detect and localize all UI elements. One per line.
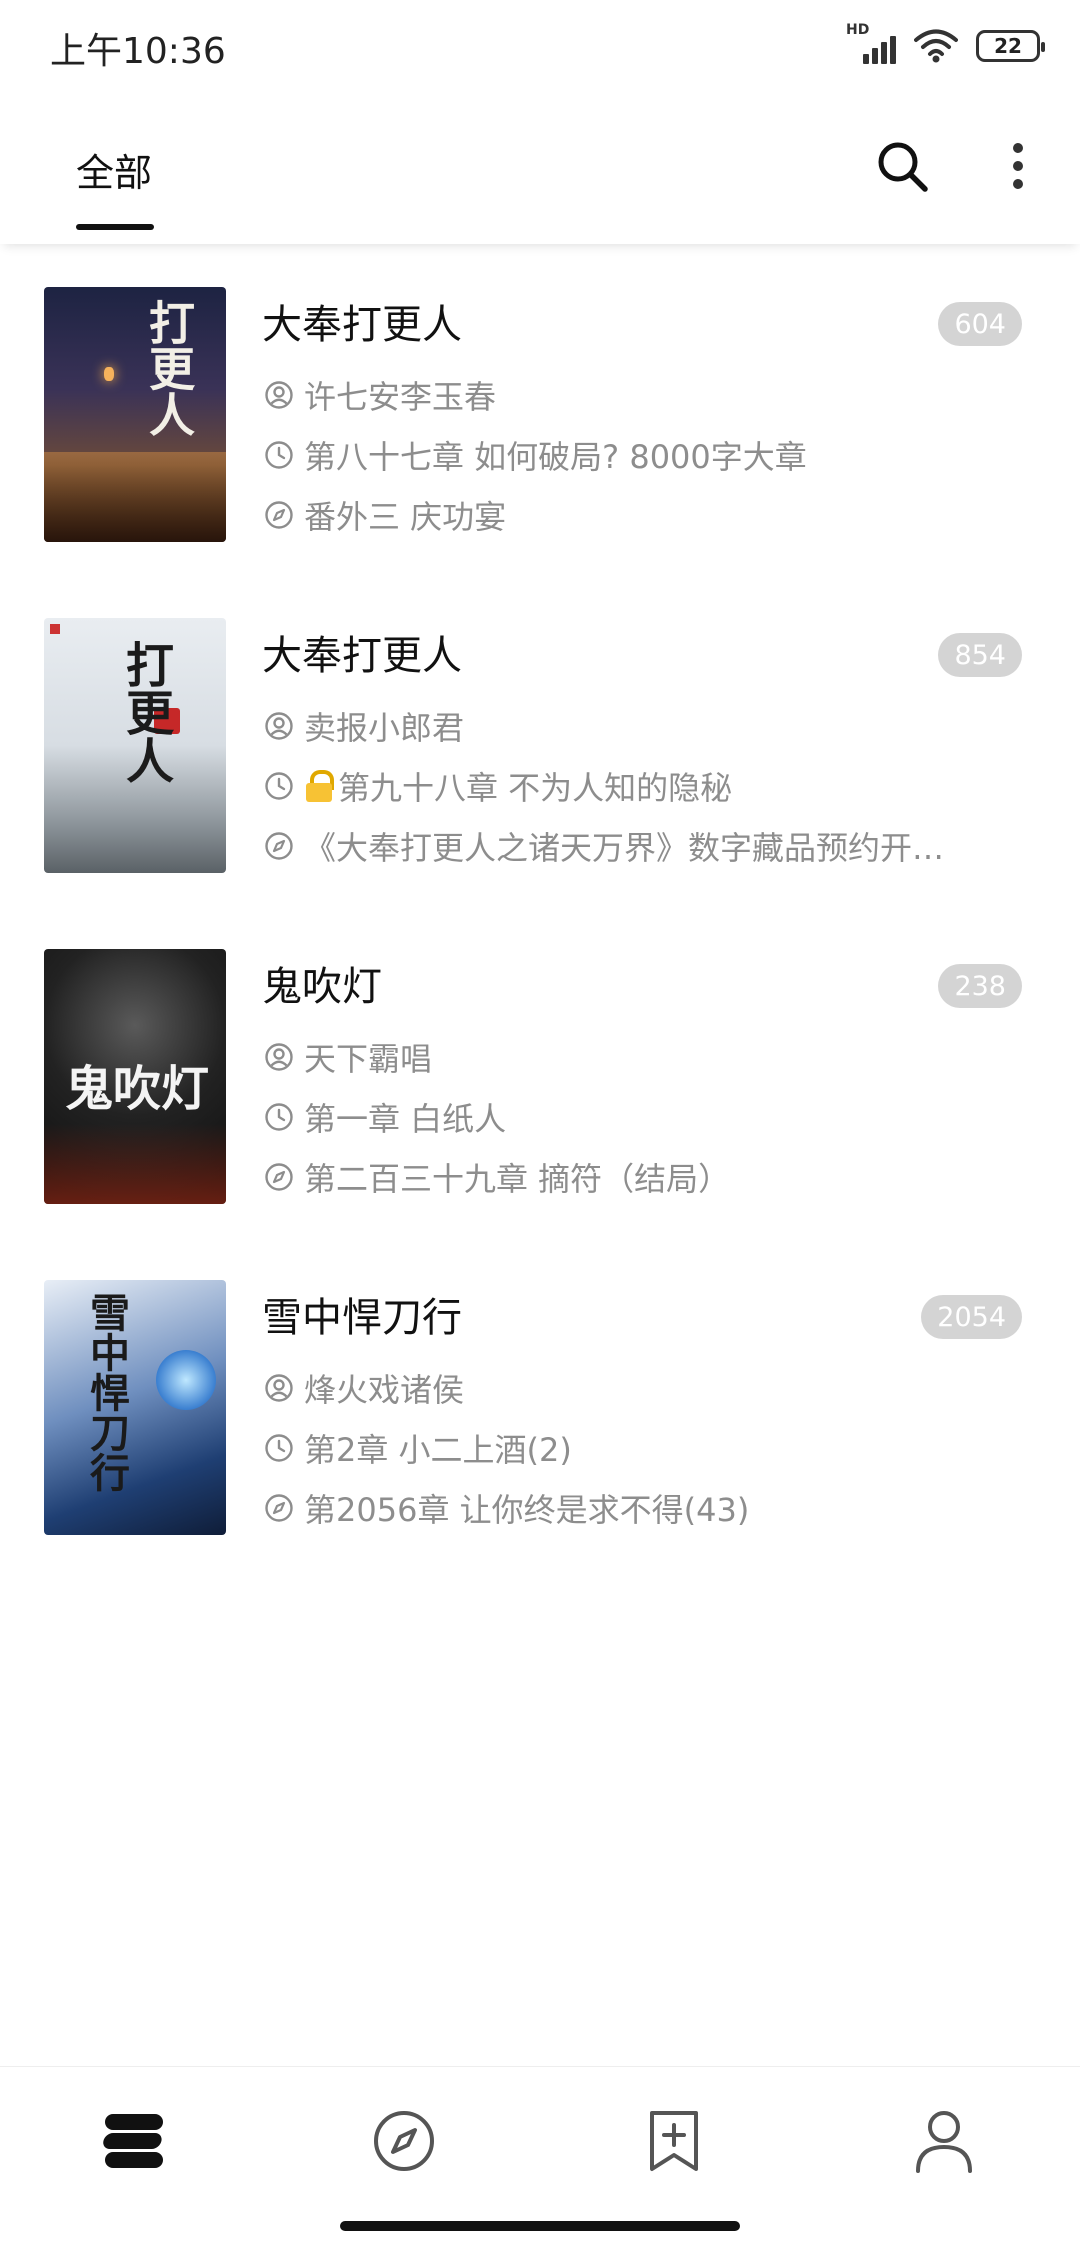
book-cover[interactable]: 打更人 bbox=[44, 618, 226, 873]
status-bar: 上午10:36 HD 22 bbox=[0, 0, 1080, 96]
compass-icon bbox=[265, 1494, 293, 1522]
status-icons: HD 22 bbox=[846, 22, 1045, 66]
home-indicator[interactable] bbox=[340, 2221, 740, 2231]
read-chapter: 第九十八章 不为人知的隐秘 bbox=[338, 769, 733, 807]
cover-title: 雪中悍刀行 bbox=[83, 1292, 130, 1492]
read-progress-row: 第2章 小二上酒(2) bbox=[264, 1425, 572, 1471]
search-button[interactable] bbox=[872, 136, 932, 196]
read-chapter: 第2章 小二上酒(2) bbox=[304, 1431, 572, 1469]
book-item[interactable]: 打更人 大奉打更人 604 许七安李玉春 第八十七章 如何破局? 8000字大章… bbox=[0, 262, 1080, 593]
unread-badge: 238 bbox=[938, 964, 1022, 1008]
book-cover[interactable]: 鬼吹灯 bbox=[44, 949, 226, 1204]
author-row: 许七安李玉春 bbox=[264, 372, 496, 418]
latest-chapter-row: 番外三 庆功宴 bbox=[264, 492, 506, 538]
clock-icon bbox=[265, 441, 293, 469]
battery-level: 22 bbox=[994, 34, 1022, 58]
book-item[interactable]: 鬼吹灯 鬼吹灯 238 天下霸唱 第一章 白纸人 第二百三十九章 摘符（结局） bbox=[0, 924, 1080, 1255]
user-circle-icon bbox=[265, 381, 293, 409]
cover-title: 打更人 bbox=[117, 640, 173, 784]
author-row: 天下霸唱 bbox=[264, 1034, 432, 1080]
author-name: 许七安李玉春 bbox=[304, 378, 497, 416]
clock-icon bbox=[265, 1103, 293, 1131]
book-title: 大奉打更人 bbox=[262, 633, 462, 679]
latest-chapter-row: 第二百三十九章 摘符（结局） bbox=[264, 1154, 730, 1200]
book-item[interactable]: 打更人 大奉打更人 854 卖报小郎君 第九十八章 不为人知的隐秘 《大奉打更人… bbox=[0, 593, 1080, 924]
latest-chapter: 第2056章 让你终是求不得(43) bbox=[304, 1491, 750, 1529]
cover-title: 打更人 bbox=[142, 299, 196, 437]
author-row: 烽火戏诸侯 bbox=[264, 1365, 464, 1411]
nav-bookmark[interactable] bbox=[638, 2105, 710, 2177]
book-list: 打更人 大奉打更人 604 许七安李玉春 第八十七章 如何破局? 8000字大章… bbox=[0, 262, 1080, 1586]
nav-bookshelf[interactable] bbox=[98, 2105, 170, 2177]
unread-badge: 2054 bbox=[921, 1295, 1022, 1339]
book-cover[interactable]: 打更人 bbox=[44, 287, 226, 542]
user-circle-icon bbox=[265, 1374, 293, 1402]
latest-chapter: 第二百三十九章 摘符（结局） bbox=[304, 1160, 731, 1198]
user-icon bbox=[916, 2111, 972, 2173]
latest-chapter: 《大奉打更人之诸天万界》数字藏品预约开… bbox=[304, 829, 945, 867]
nav-profile[interactable] bbox=[908, 2105, 980, 2177]
tab-all[interactable]: 全部 bbox=[76, 142, 152, 197]
book-item[interactable]: 雪中悍刀行 雪中悍刀行 2054 烽火戏诸侯 第2章 小二上酒(2) 第2056… bbox=[0, 1255, 1080, 1586]
book-cover[interactable]: 雪中悍刀行 bbox=[44, 1280, 226, 1535]
author-row: 卖报小郎君 bbox=[264, 703, 464, 749]
author-name: 天下霸唱 bbox=[304, 1040, 433, 1078]
wifi-icon bbox=[914, 29, 958, 63]
status-time: 上午10:36 bbox=[50, 31, 226, 72]
signal-icon: HD bbox=[846, 22, 896, 66]
clock-icon bbox=[265, 1434, 293, 1462]
latest-chapter-row: 第2056章 让你终是求不得(43) bbox=[264, 1485, 749, 1531]
book-title: 大奉打更人 bbox=[262, 302, 462, 348]
unread-badge: 604 bbox=[938, 302, 1022, 346]
bookshelf-icon bbox=[103, 2114, 163, 2168]
nav-discover[interactable] bbox=[368, 2105, 440, 2177]
read-progress-row: 第九十八章 不为人知的隐秘 bbox=[264, 763, 732, 809]
read-chapter: 第八十七章 如何破局? 8000字大章 bbox=[304, 438, 807, 476]
unread-badge: 854 bbox=[938, 633, 1022, 677]
battery-icon: 22 bbox=[976, 30, 1045, 62]
more-button[interactable] bbox=[996, 136, 1040, 196]
search-icon bbox=[878, 142, 928, 192]
top-bar: 全部 bbox=[0, 96, 1080, 244]
latest-chapter: 番外三 庆功宴 bbox=[304, 498, 507, 536]
user-circle-icon bbox=[265, 1043, 293, 1071]
cover-title: 鬼吹灯 bbox=[64, 1061, 209, 1117]
user-circle-icon bbox=[265, 712, 293, 740]
compass-icon bbox=[374, 2111, 434, 2171]
compass-icon bbox=[265, 501, 293, 529]
book-title: 鬼吹灯 bbox=[262, 964, 382, 1010]
more-vertical-icon bbox=[1013, 143, 1023, 153]
book-title: 雪中悍刀行 bbox=[262, 1295, 462, 1341]
author-name: 卖报小郎君 bbox=[304, 709, 465, 747]
latest-chapter-row: 《大奉打更人之诸天万界》数字藏品预约开… bbox=[264, 823, 944, 869]
tab-indicator bbox=[76, 224, 154, 230]
compass-icon bbox=[265, 832, 293, 860]
lock-icon bbox=[304, 770, 334, 802]
compass-icon bbox=[265, 1163, 293, 1191]
read-progress-row: 第一章 白纸人 bbox=[264, 1094, 506, 1140]
clock-icon bbox=[265, 772, 293, 800]
bookmark-add-icon bbox=[650, 2111, 698, 2171]
author-name: 烽火戏诸侯 bbox=[304, 1371, 465, 1409]
read-chapter: 第一章 白纸人 bbox=[304, 1100, 507, 1138]
read-progress-row: 第八十七章 如何破局? 8000字大章 bbox=[264, 432, 807, 478]
